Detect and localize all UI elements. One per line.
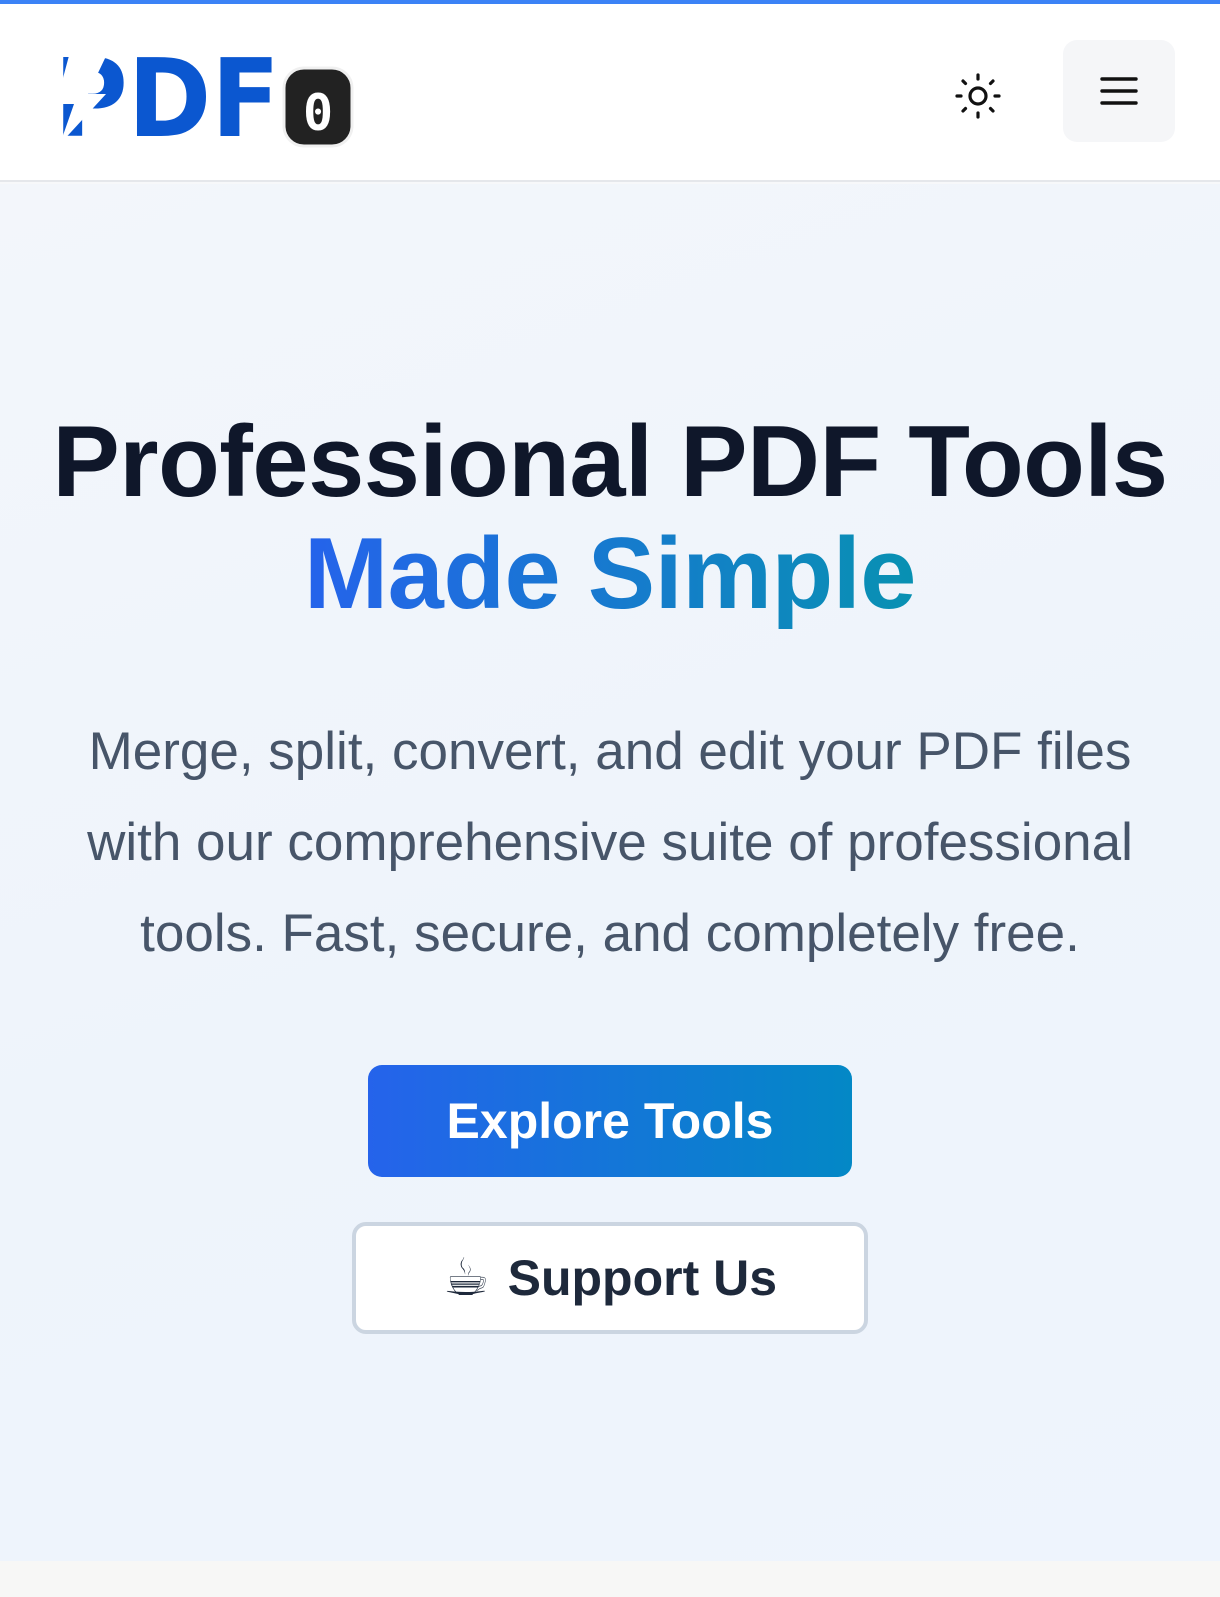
site-header: PDF 0 bbox=[0, 4, 1220, 182]
hero-description-line: Merge, split, convert, and edit your PDF… bbox=[88, 722, 1132, 781]
pdf-logo-icon: PDF 0 bbox=[54, 37, 354, 162]
hero-description: Merge, split, convert, and edit your PDF… bbox=[40, 706, 1180, 979]
coffee-icon: ☕ bbox=[442, 1248, 490, 1308]
hamburger-menu-icon bbox=[1100, 77, 1138, 105]
site-logo[interactable]: PDF 0 bbox=[48, 37, 360, 162]
page-bottom-strip bbox=[0, 1561, 1220, 1597]
explore-tools-button[interactable]: Explore Tools bbox=[368, 1065, 852, 1177]
explore-tools-label: Explore Tools bbox=[446, 1093, 774, 1149]
hero-title-line2: Made Simple bbox=[304, 518, 916, 630]
hero-description-line: with our comprehensive suite of professi… bbox=[87, 813, 1133, 872]
hero-title: Professional PDF Tools Made Simple bbox=[0, 406, 1220, 630]
hero-title-line1: Professional PDF Tools bbox=[52, 406, 1168, 518]
theme-toggle-button[interactable] bbox=[936, 66, 1020, 126]
logo-badge-text: 0 bbox=[303, 84, 333, 142]
support-us-label: Support Us bbox=[507, 1250, 778, 1306]
sun-icon bbox=[955, 73, 1001, 119]
menu-button[interactable] bbox=[1063, 40, 1175, 142]
hero-section: Professional PDF Tools Made Simple Merge… bbox=[0, 184, 1220, 1561]
hero-description-line: tools. Fast, secure, and completely free… bbox=[140, 904, 1080, 963]
support-us-button[interactable]: ☕ Support Us bbox=[352, 1222, 868, 1334]
